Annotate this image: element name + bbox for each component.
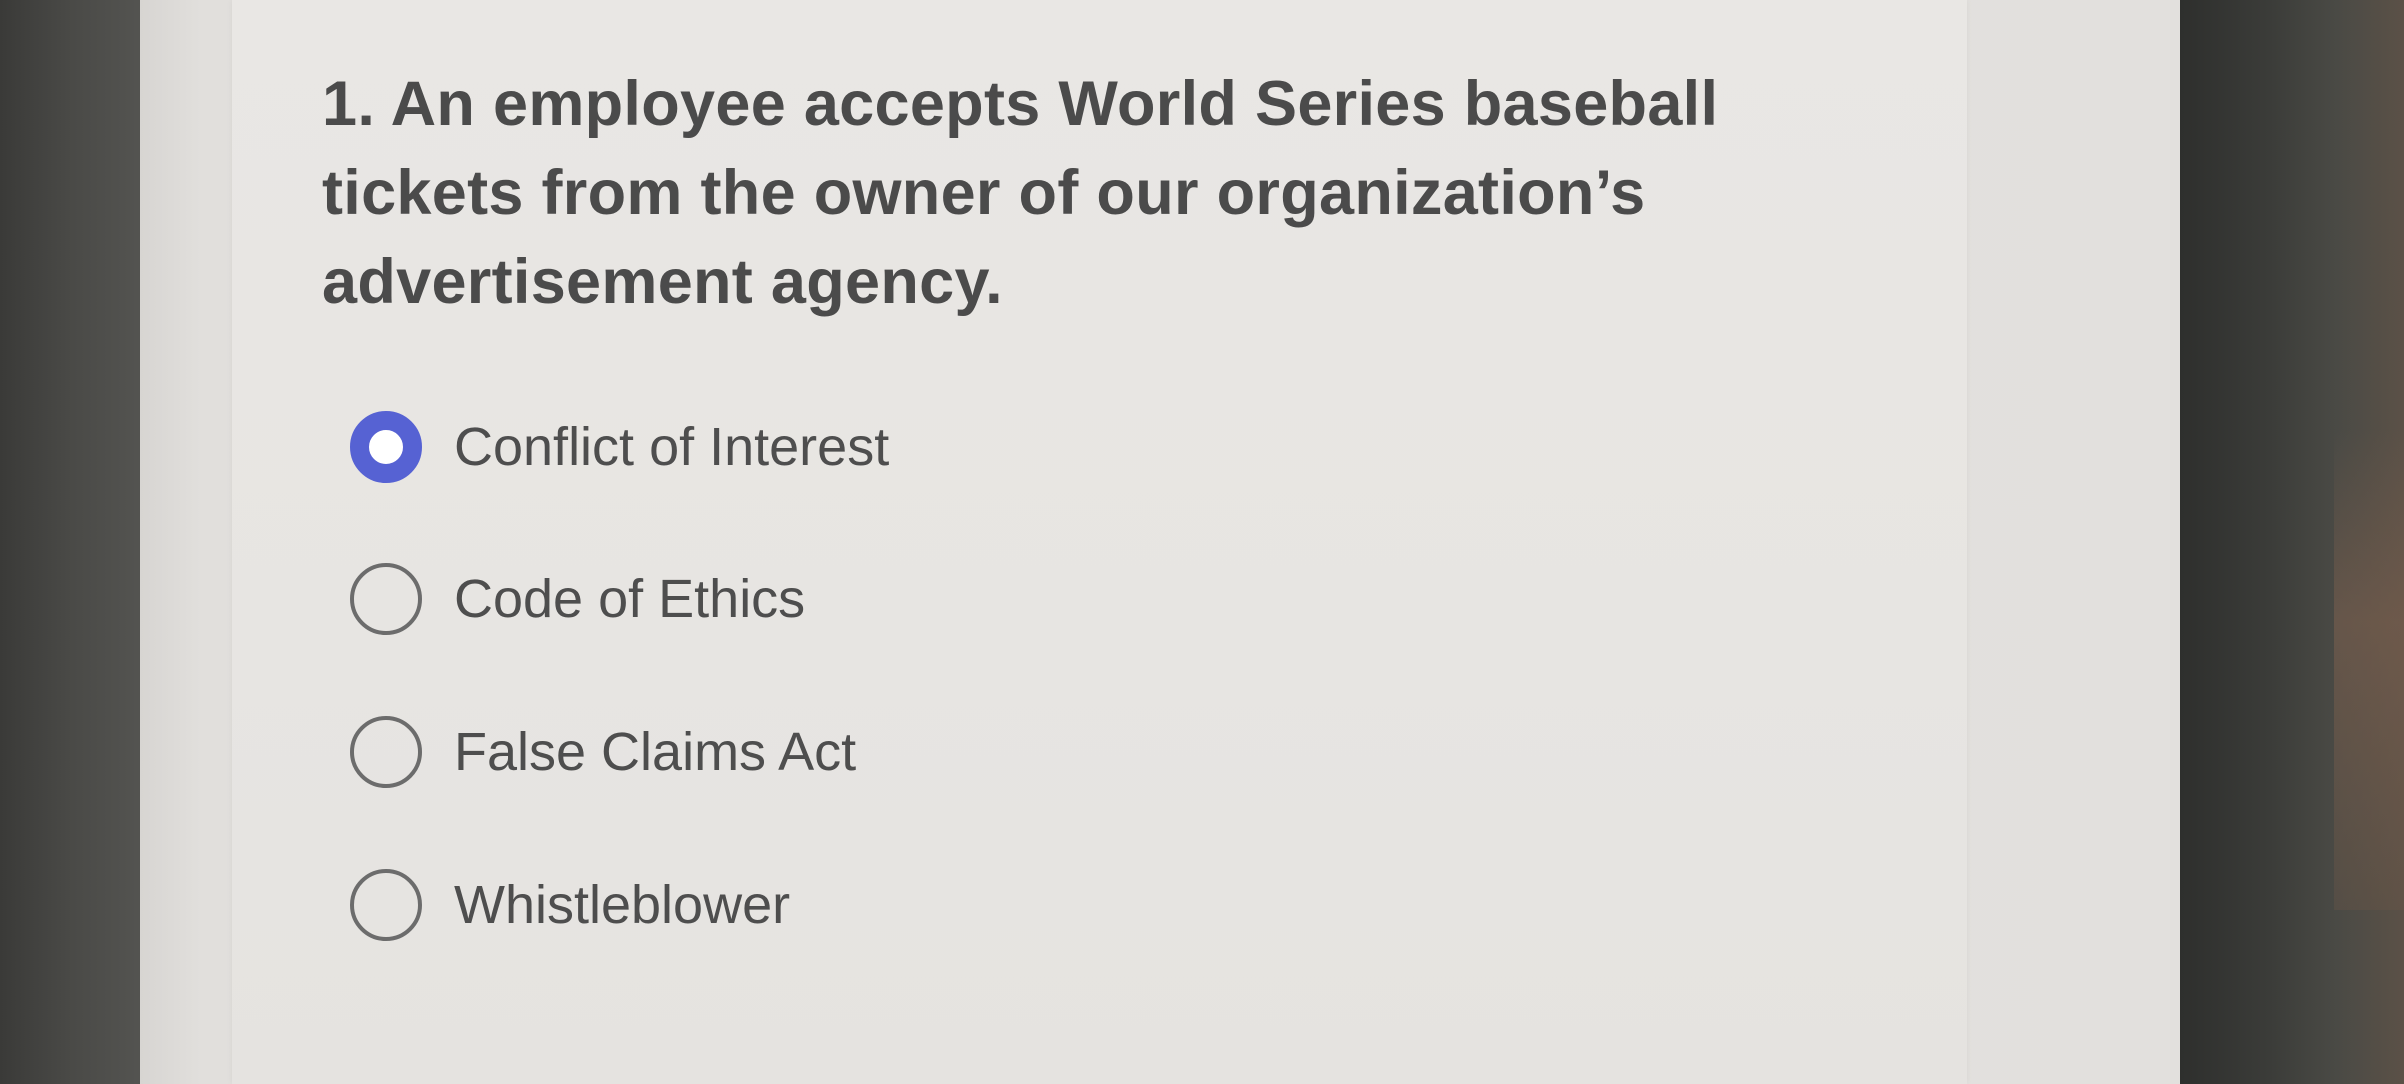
- question-text: 1. An employee accepts World Series base…: [322, 69, 1719, 317]
- question-card: 1. An employee accepts World Series base…: [232, 0, 1967, 1084]
- answer-options: Conflict of Interest Code of Ethics Fals…: [350, 407, 1550, 967]
- option-code-of-ethics[interactable]: Code of Ethics: [350, 559, 805, 639]
- monitor-screen: 1. An employee accepts World Series base…: [140, 0, 2180, 1084]
- radio-button[interactable]: [350, 869, 422, 941]
- option-label: Conflict of Interest: [454, 417, 890, 477]
- radio-button[interactable]: [350, 563, 422, 635]
- background-glow: [2334, 430, 2404, 910]
- option-conflict-of-interest[interactable]: Conflict of Interest: [350, 407, 889, 487]
- option-whistleblower[interactable]: Whistleblower: [350, 865, 790, 945]
- option-label: Whistleblower: [454, 875, 791, 935]
- option-label: False Claims Act: [454, 722, 857, 782]
- monitor-bezel-right: [2180, 0, 2404, 1084]
- option-label: Code of Ethics: [454, 569, 806, 629]
- radio-button[interactable]: [350, 716, 422, 788]
- option-false-claims-act[interactable]: False Claims Act: [350, 712, 856, 792]
- radio-button-selected[interactable]: [350, 411, 422, 483]
- photo-scene: 1. An employee accepts World Series base…: [0, 0, 2404, 1084]
